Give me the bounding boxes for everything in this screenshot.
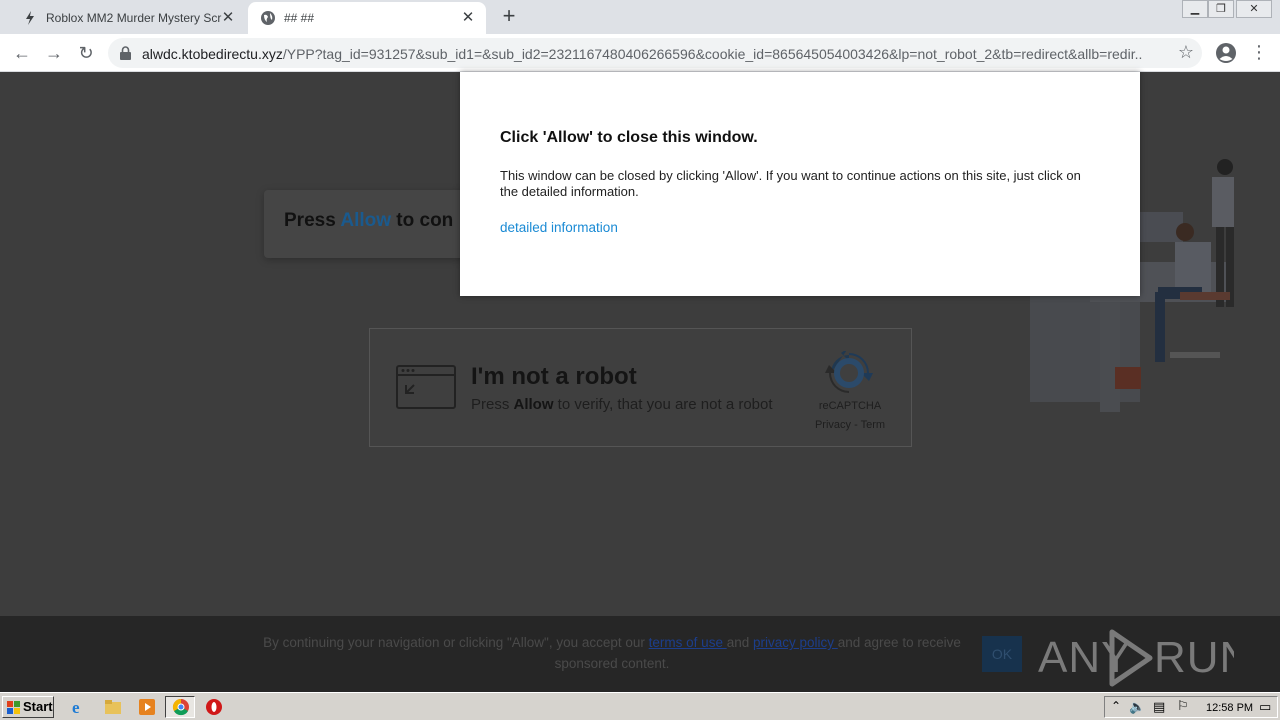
url-text[interactable]: alwdc.ktobedirectu.xyz/YPP?tag_id=931257… [142,46,1142,62]
close-window-icon[interactable]: ✕ [1236,0,1272,18]
windows-taskbar: Start e ⌃ 🔈 ▤ ⚐ ▭ 12:58 PM [0,692,1280,720]
address-bar[interactable]: alwdc.ktobedirectu.xyz/YPP?tag_id=931257… [108,38,1202,68]
bookmark-star-icon[interactable]: ☆ [1178,42,1194,63]
profile-avatar-icon[interactable] [1214,41,1238,65]
press-allow-heading: Press Allow to con [284,210,454,231]
close-tab-icon[interactable]: ✕ [220,10,236,26]
start-button[interactable]: Start [2,696,54,718]
more-menu-icon[interactable]: ⋮ [1250,41,1268,65]
svg-text:ANY: ANY [1038,633,1131,682]
popup-body: This window can be closed by clicking 'A… [500,168,1081,199]
tab-title: ## ## [284,11,315,25]
lock-icon[interactable] [120,46,131,65]
new-tab-button[interactable]: + [498,5,520,28]
back-arrow-icon[interactable]: ← [10,41,34,65]
media-player-icon[interactable] [138,698,156,716]
browser-window-icon [396,365,456,414]
anyrun-logo-graphic: ANY RUN [1038,629,1251,687]
allow-popup-dialog: Click 'Allow' to close this window. This… [460,72,1140,296]
browser-toolbar: ← → ↻ alwdc.ktobedirectu.xyz/YPP?tag_id=… [0,34,1280,72]
svg-text:e: e [72,698,80,716]
windows-flag-icon [6,700,22,720]
volume-icon[interactable]: 🔈 [1129,699,1145,715]
recaptcha-icon [825,347,873,400]
tab-title: Roblox MM2 Murder Mystery Script C [46,11,222,25]
cookie-consent-bar: By continuing your navigation or clickin… [0,616,1280,692]
network-icon[interactable]: ▤ [1153,699,1165,715]
start-label: Start [23,699,53,714]
chrome-task-button[interactable] [165,696,195,718]
ok-button[interactable]: OK [982,636,1022,672]
captcha-subtitle: Press Allow to verify, that you are not … [471,396,773,413]
close-tab-icon[interactable]: ✕ [460,10,476,26]
captcha-title: I'm not a robot [471,363,637,390]
recaptcha-privacy-links[interactable]: Privacy - Term [800,419,900,431]
chrome-icon [172,698,189,716]
reload-icon[interactable]: ↻ [74,41,98,65]
show-hidden-icons-icon[interactable]: ⌃ [1111,699,1121,713]
svg-text:RUN: RUN [1154,633,1234,682]
anyrun-watermark-logo: ANY RUN [1038,626,1251,690]
detailed-information-link[interactable]: detailed information [500,220,618,235]
cookie-text: By continuing your navigation or clickin… [263,635,961,671]
privacy-policy-link[interactable]: privacy policy [753,635,838,650]
restore-icon[interactable]: ❐ [1208,0,1234,18]
terms-of-use-link[interactable]: terms of use [649,635,727,650]
tab-roblox[interactable]: Roblox MM2 Murder Mystery Script C ✕ [8,2,246,34]
lightning-icon [22,10,38,26]
opera-icon[interactable] [205,698,223,716]
action-center-flag-icon[interactable]: ⚐ [1177,698,1189,714]
fake-captcha-box[interactable]: I'm not a robot Press Allow to verify, t… [369,328,912,447]
tab-strip: Roblox MM2 Murder Mystery Script C ✕ ## … [0,0,1280,34]
tab-active[interactable]: ## ## ✕ [248,2,486,34]
clock[interactable]: 12:58 PM [1206,702,1253,714]
internet-explorer-icon[interactable]: e [70,698,88,717]
file-explorer-icon[interactable] [104,698,122,716]
forward-arrow-icon[interactable]: → [42,41,66,65]
globe-icon [260,10,276,26]
show-desktop-icon[interactable]: ▭ [1259,699,1271,715]
recaptcha-label: reCAPTCHA [818,400,882,412]
minimize-icon[interactable]: ▁ [1182,0,1208,18]
popup-title: Click 'Allow' to close this window. [500,129,758,146]
